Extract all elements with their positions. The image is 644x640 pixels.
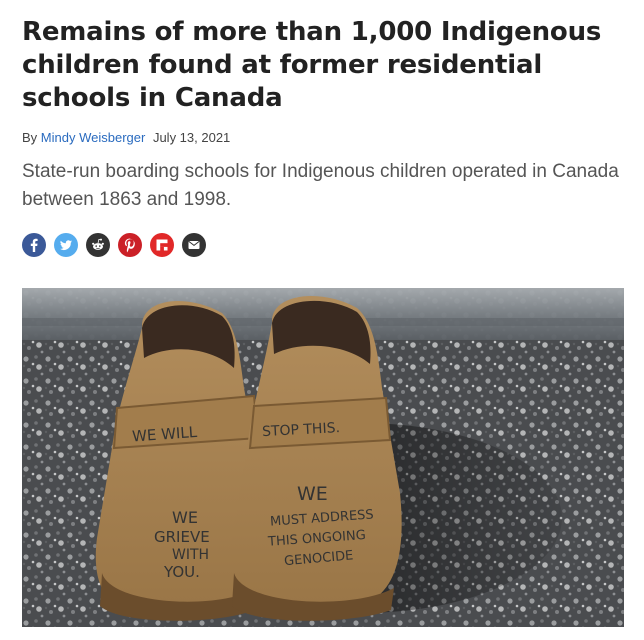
reddit-icon (86, 233, 110, 257)
share-flipboard-button[interactable] (150, 233, 174, 257)
childrens-shoes-photo: WE WILL WE GRIEVE WITH YOU. STOP THIS. W… (22, 288, 624, 627)
byline-prefix: By (22, 130, 38, 145)
share-bar (22, 233, 206, 257)
email-icon (182, 233, 206, 257)
right-shoe-text-2: WE (297, 483, 328, 505)
left-shoe-text-3: GRIEVE (154, 528, 210, 546)
share-facebook-button[interactable] (22, 233, 46, 257)
byline: By Mindy Weisberger July 13, 2021 (22, 130, 230, 145)
pinterest-icon (118, 233, 142, 257)
share-email-button[interactable] (182, 233, 206, 257)
publish-date: July 13, 2021 (152, 130, 231, 145)
article-headline: Remains of more than 1,000 Indigenous ch… (22, 17, 602, 113)
twitter-icon (54, 233, 78, 257)
share-twitter-button[interactable] (54, 233, 78, 257)
article-subtitle: State-run boarding schools for Indigenou… (22, 161, 619, 210)
left-shoe-text-2: WE (172, 508, 198, 527)
left-shoe-text-4: WITH (172, 547, 209, 563)
share-reddit-button[interactable] (86, 233, 110, 257)
flipboard-icon (150, 233, 174, 257)
hero-image: WE WILL WE GRIEVE WITH YOU. STOP THIS. W… (22, 288, 624, 627)
left-shoe-text-5: YOU. (163, 563, 200, 581)
share-pinterest-button[interactable] (118, 233, 142, 257)
author-link[interactable]: Mindy Weisberger (41, 130, 146, 145)
facebook-icon (22, 233, 46, 257)
